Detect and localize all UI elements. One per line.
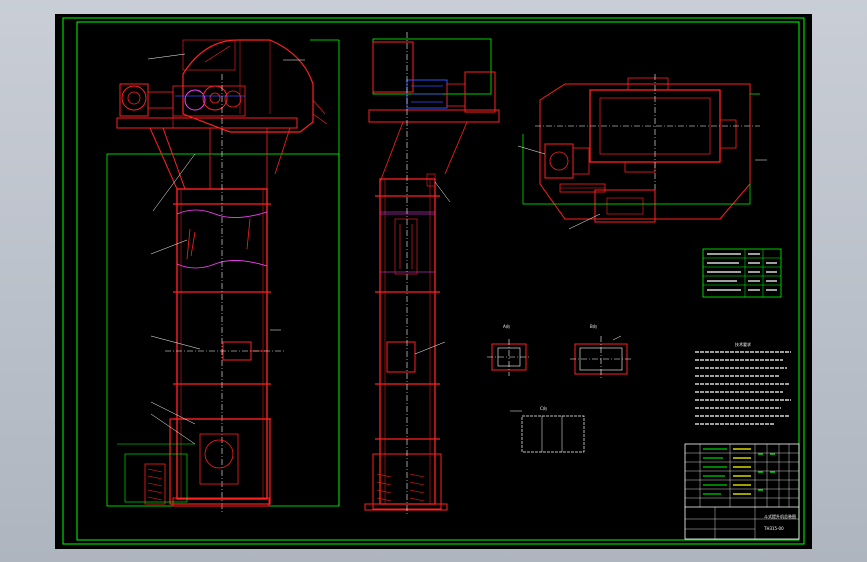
title-block: 斗式提升机总装图 TH315-00 bbox=[684, 443, 800, 540]
motor-icon bbox=[372, 41, 496, 113]
cad-viewport[interactable]: 技术要求 A向 B向 C向 斗式提升机总装图 TH315-00 bbox=[55, 14, 812, 549]
title-block-code: TH315-00 bbox=[763, 526, 784, 531]
cad-drawing: 技术要求 A向 B向 C向 斗式提升机总装图 TH315-00 bbox=[62, 17, 805, 545]
detail-b: B向 bbox=[570, 323, 633, 380]
title-block-name: 斗式提升机总装图 bbox=[764, 513, 796, 519]
tech-requirements-heading: 技术要求 bbox=[735, 341, 751, 347]
side-elevation bbox=[364, 32, 500, 514]
front-callouts bbox=[147, 53, 305, 445]
plan-view bbox=[517, 74, 767, 230]
detail-b-label: B向 bbox=[590, 323, 597, 329]
detail-c-label: C向 bbox=[540, 405, 547, 411]
front-elevation bbox=[106, 39, 340, 514]
reducer-icon bbox=[589, 77, 737, 173]
detail-a: A向 bbox=[487, 323, 531, 376]
detail-c: C向 bbox=[510, 405, 585, 453]
tech-requirements: 技术要求 bbox=[695, 341, 791, 425]
parameter-table bbox=[702, 248, 782, 298]
detail-a-label: A向 bbox=[503, 323, 510, 329]
outer-frame bbox=[62, 17, 805, 545]
boot-section bbox=[117, 418, 271, 507]
